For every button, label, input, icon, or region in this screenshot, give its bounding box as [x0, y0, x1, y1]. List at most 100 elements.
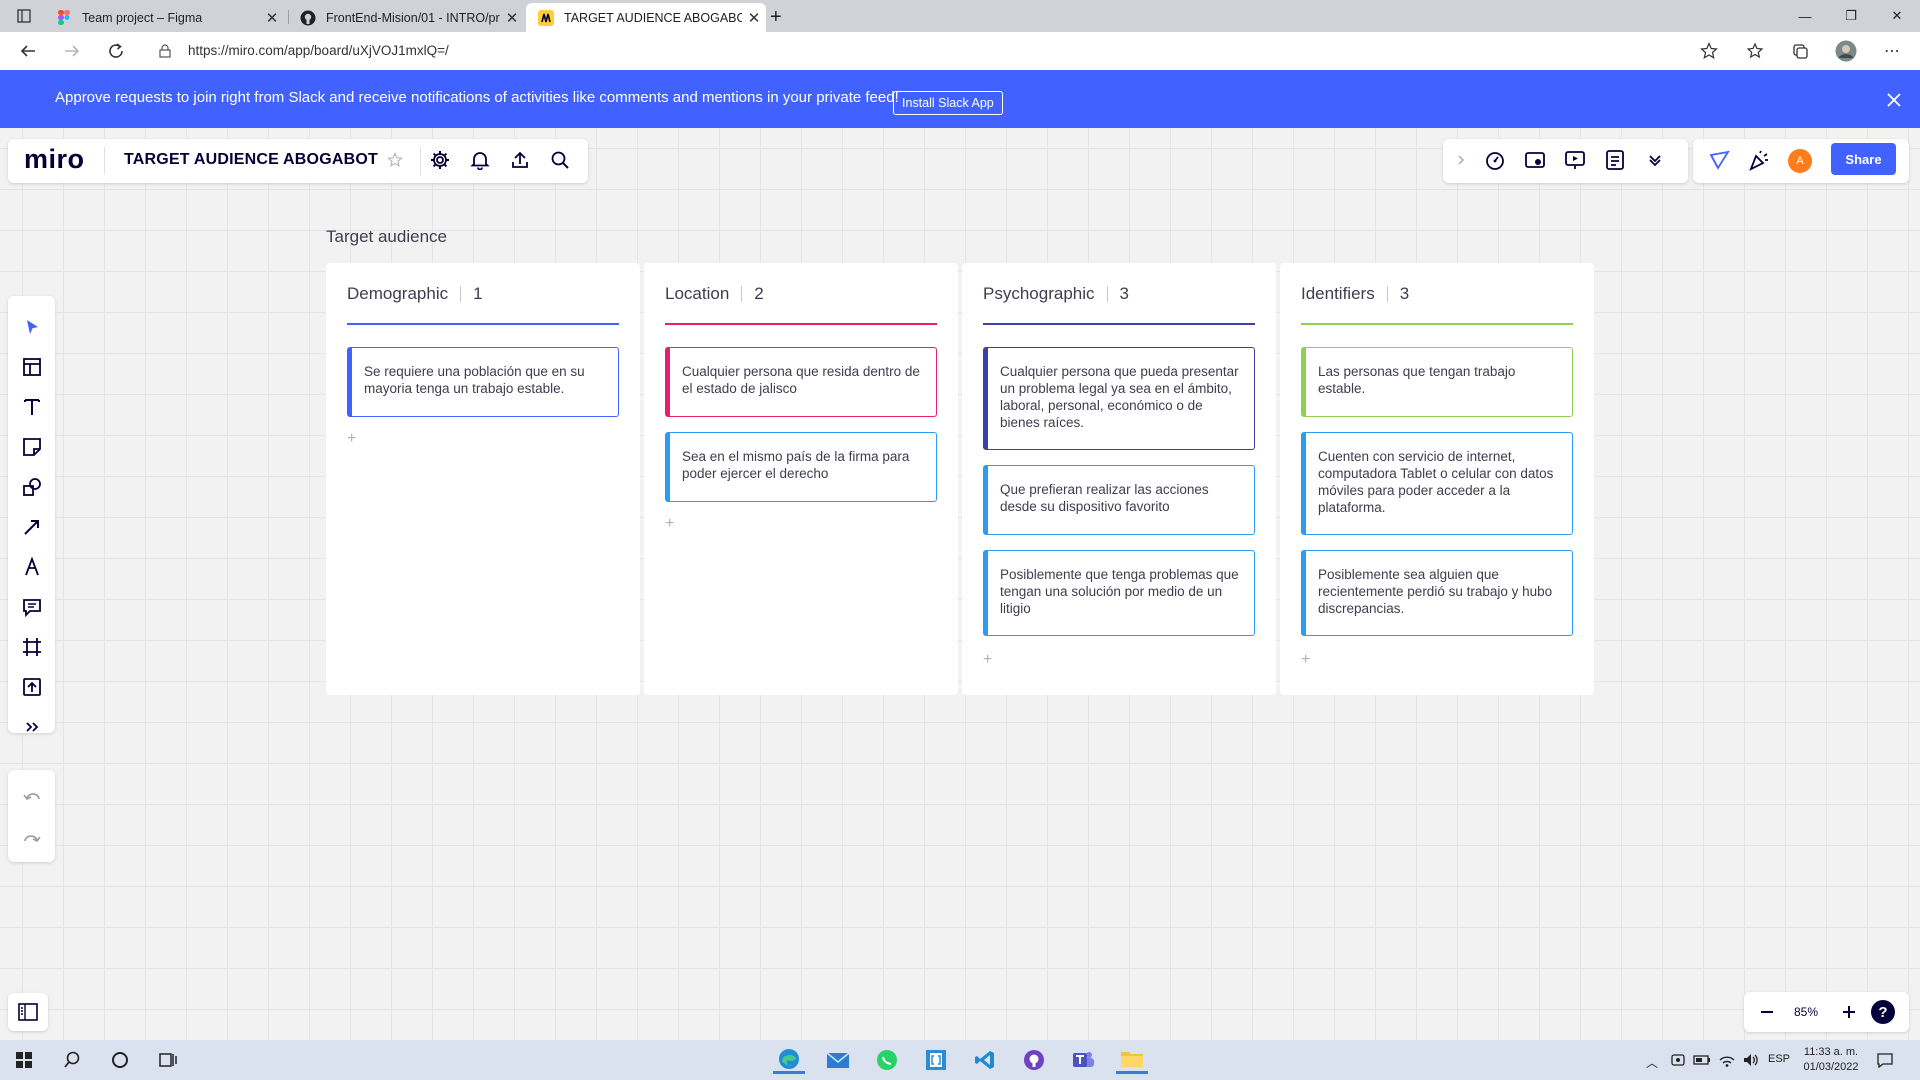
tab-github[interactable]: FrontEnd-Mision/01 - INTRO/pr ✕: [288, 3, 524, 32]
redo-icon[interactable]: [19, 826, 45, 852]
more-options-icon[interactable]: ⋯: [1880, 39, 1904, 63]
wifi-icon[interactable]: [1718, 1052, 1736, 1068]
cortana-icon[interactable]: [104, 1046, 136, 1074]
undo-icon[interactable]: [19, 784, 45, 810]
zoom-out-icon[interactable]: [1753, 998, 1781, 1026]
column-identifiers[interactable]: Identifiers 3 Las personas que tengan tra…: [1280, 263, 1594, 695]
user-avatar[interactable]: A: [1788, 149, 1812, 173]
column-title[interactable]: Demographic: [347, 284, 448, 304]
tab-actions-icon[interactable]: [10, 2, 38, 30]
help-button[interactable]: ?: [1871, 1000, 1895, 1024]
card[interactable]: Cualquier persona que resida dentro de e…: [665, 347, 937, 417]
tab-miro[interactable]: TARGET AUDIENCE ABOGABOT, ✕: [526, 3, 766, 32]
battery-icon[interactable]: [1693, 1052, 1711, 1068]
column-psychographic[interactable]: Psychographic 3 Cualquier persona que pue…: [962, 263, 1276, 695]
sticky-note-icon[interactable]: [19, 434, 45, 460]
edge-browser-icon[interactable]: [773, 1046, 805, 1074]
add-card-button[interactable]: +: [983, 651, 992, 669]
close-tab-icon[interactable]: ✕: [500, 9, 524, 27]
refresh-icon[interactable]: [104, 39, 128, 63]
reactions-icon[interactable]: [1705, 146, 1733, 174]
close-banner-icon[interactable]: [1882, 88, 1906, 112]
add-card-button[interactable]: +: [665, 515, 674, 533]
teams-icon[interactable]: [1067, 1046, 1099, 1074]
volume-icon[interactable]: [1742, 1052, 1760, 1068]
more-tools-chevron-icon[interactable]: [1641, 146, 1669, 174]
celebrate-icon[interactable]: [1745, 146, 1773, 174]
brackets-editor-icon[interactable]: [920, 1046, 952, 1074]
connection-line-icon[interactable]: [19, 514, 45, 540]
favorite-star-icon[interactable]: [1697, 39, 1721, 63]
video-chat-icon[interactable]: [1521, 146, 1549, 174]
card[interactable]: Las personas que tengan trabajo estable.: [1301, 347, 1573, 417]
templates-icon[interactable]: [19, 354, 45, 380]
search-icon[interactable]: [546, 146, 574, 174]
frame-label[interactable]: Target audience: [326, 227, 447, 247]
tab-figma[interactable]: Team project – Figma ✕: [44, 3, 284, 32]
notifications-bell-icon[interactable]: [466, 146, 494, 174]
frame-icon[interactable]: [19, 634, 45, 660]
board-panel-toggle[interactable]: [8, 993, 48, 1031]
notifications-center-icon[interactable]: [1876, 1052, 1894, 1068]
install-slack-button[interactable]: Install Slack App: [893, 91, 1003, 115]
add-card-button[interactable]: +: [1301, 651, 1310, 669]
select-cursor-icon[interactable]: [19, 314, 45, 340]
search-taskbar-icon[interactable]: [56, 1046, 88, 1074]
close-tab-icon[interactable]: ✕: [742, 9, 766, 27]
back-icon[interactable]: [16, 39, 40, 63]
column-demographic[interactable]: Demographic 1 Se requiere una población q…: [326, 263, 640, 695]
task-view-icon[interactable]: [152, 1046, 184, 1074]
collapse-chevron-icon[interactable]: [1447, 146, 1475, 174]
minimize-icon[interactable]: —: [1782, 0, 1828, 32]
new-tab-button[interactable]: +: [770, 3, 798, 32]
vscode-icon[interactable]: [969, 1046, 1001, 1074]
star-board-icon[interactable]: [381, 146, 409, 174]
favorites-icon[interactable]: [1744, 39, 1768, 63]
share-button[interactable]: Share: [1831, 143, 1896, 175]
shapes-icon[interactable]: [19, 474, 45, 500]
taskbar-clock[interactable]: 11:33 a. m. 01/03/2022: [1800, 1045, 1862, 1075]
notes-list-icon[interactable]: [1601, 146, 1629, 174]
profile-avatar[interactable]: [1834, 39, 1858, 63]
upload-icon[interactable]: [19, 674, 45, 700]
close-window-icon[interactable]: ✕: [1874, 0, 1920, 32]
file-explorer-icon[interactable]: [1116, 1046, 1148, 1074]
tray-overflow-icon[interactable]: ︿: [1646, 1054, 1658, 1071]
comment-icon[interactable]: [19, 594, 45, 620]
card[interactable]: Cualquier persona que pueda presentar un…: [983, 347, 1255, 450]
mail-icon[interactable]: [822, 1046, 854, 1074]
miro-logo[interactable]: miro: [24, 144, 85, 175]
close-tab-icon[interactable]: ✕: [260, 9, 284, 27]
card[interactable]: Posiblemente sea alguien que recientemen…: [1301, 550, 1573, 636]
presentation-icon[interactable]: [1561, 146, 1589, 174]
more-apps-icon[interactable]: [19, 714, 45, 740]
upload-export-icon[interactable]: [506, 146, 534, 174]
lock-icon[interactable]: [153, 39, 177, 63]
zoom-in-icon[interactable]: [1835, 998, 1863, 1026]
whatsapp-icon[interactable]: [871, 1046, 903, 1074]
restore-icon[interactable]: ❐: [1828, 0, 1874, 32]
column-title[interactable]: Identifiers: [1301, 284, 1375, 304]
card[interactable]: Cuenten con servicio de internet, comput…: [1301, 432, 1573, 535]
column-title[interactable]: Psychographic: [983, 284, 1095, 304]
column-location[interactable]: Location 2 Cualquier persona que resida d…: [644, 263, 958, 695]
collections-icon[interactable]: [1788, 39, 1812, 63]
url-field[interactable]: https://miro.com/app/board/uXjVOJ1mxlQ=/: [188, 43, 449, 58]
zoom-level[interactable]: 85%: [1794, 1005, 1818, 1019]
pen-icon[interactable]: [19, 554, 45, 580]
text-tool-icon[interactable]: [19, 394, 45, 420]
settings-icon[interactable]: [426, 146, 454, 174]
add-card-button[interactable]: +: [347, 430, 356, 448]
github-desktop-icon[interactable]: [1018, 1046, 1050, 1074]
card[interactable]: Se requiere una población que en su mayo…: [347, 347, 619, 417]
meet-now-icon[interactable]: [1670, 1052, 1686, 1068]
card[interactable]: Posiblemente que tenga problemas que ten…: [983, 550, 1255, 636]
card[interactable]: Que prefieran realizar las acciones desd…: [983, 465, 1255, 535]
windows-start-icon[interactable]: [8, 1046, 40, 1074]
card[interactable]: Sea en el mismo país de la firma para po…: [665, 432, 937, 502]
timer-icon[interactable]: [1481, 146, 1509, 174]
board-title[interactable]: TARGET AUDIENCE ABOGABOT: [124, 151, 378, 169]
input-language[interactable]: ESP: [1768, 1053, 1790, 1065]
forward-icon[interactable]: [60, 39, 84, 63]
column-title[interactable]: Location: [665, 284, 729, 304]
